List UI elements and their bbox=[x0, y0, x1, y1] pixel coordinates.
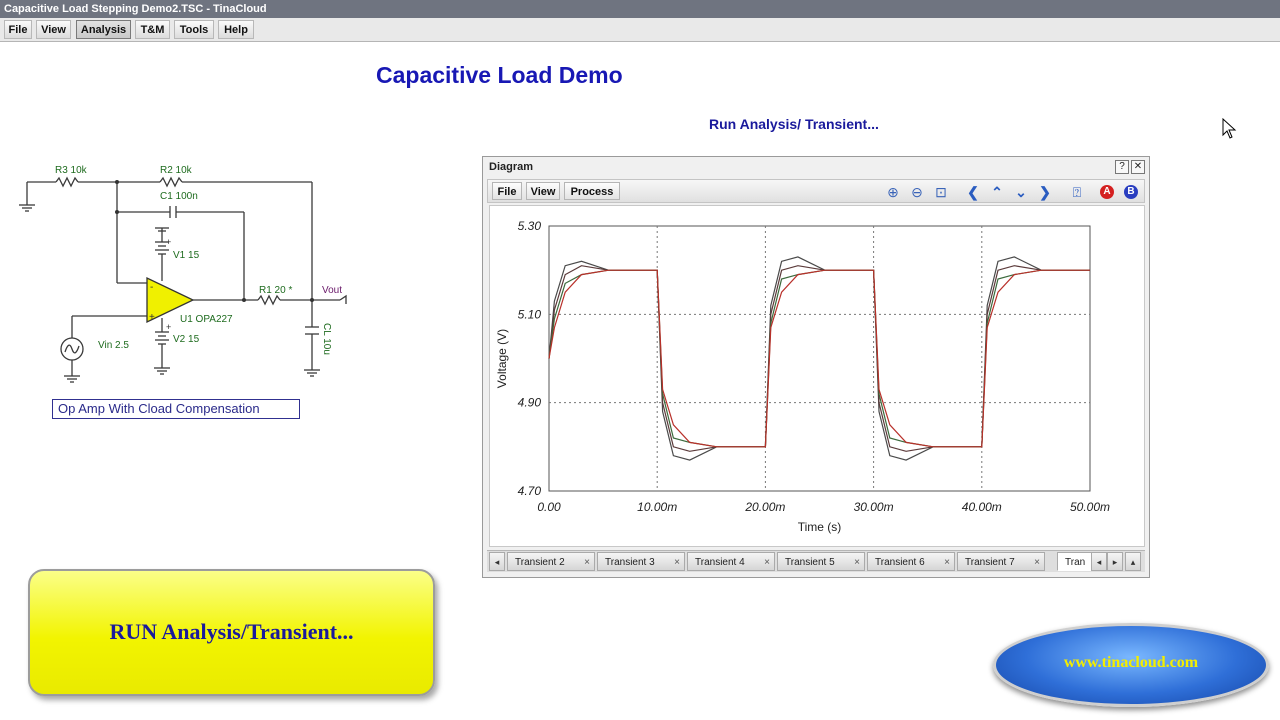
x-tick-label: 40.00m bbox=[962, 500, 1002, 514]
tab-transient-7[interactable]: Transient 7 × bbox=[957, 552, 1045, 571]
help-icon[interactable]: ⍰ bbox=[1068, 183, 1086, 201]
menu-help[interactable]: Help bbox=[218, 20, 254, 39]
r1-label: R1 20 * bbox=[259, 285, 292, 296]
x-tick-label: 0.00 bbox=[537, 500, 561, 514]
plot-frame bbox=[548, 225, 1091, 492]
help-icon[interactable]: ? bbox=[1115, 160, 1129, 174]
close-icon[interactable]: ✕ bbox=[1131, 160, 1145, 174]
diagram-menu-view[interactable]: View bbox=[526, 182, 560, 200]
menu-view[interactable]: View bbox=[36, 20, 71, 39]
zoom-fit-icon[interactable]: ⊡ bbox=[932, 183, 950, 201]
website-url: www.tinacloud.com bbox=[1063, 654, 1199, 671]
y-tick-label: 4.70 bbox=[518, 484, 542, 498]
window-title-bar: Capacitive Load Stepping Demo2.TSC - Tin… bbox=[0, 0, 1280, 18]
zoom-in-icon[interactable]: ⊕ bbox=[884, 183, 902, 201]
close-icon[interactable]: × bbox=[1034, 553, 1040, 572]
diagram-title: Diagram bbox=[489, 161, 534, 173]
y-tick-label: 4.90 bbox=[518, 396, 542, 410]
transient-chart[interactable]: 0.00 10.00m 20.00m 30.00m 40.00m 50.00m 4.70 4.… bbox=[490, 206, 1144, 546]
tab-transient-6[interactable]: Transient 6 × bbox=[867, 552, 955, 571]
y-tick-label: 5.10 bbox=[518, 307, 542, 321]
x-tick-label: 30.00m bbox=[854, 500, 894, 514]
menu-file[interactable]: File bbox=[4, 20, 32, 39]
cursor-b-icon[interactable]: B bbox=[1124, 185, 1138, 199]
close-icon[interactable]: × bbox=[674, 553, 680, 572]
cursor-a-icon[interactable]: A bbox=[1100, 185, 1114, 199]
x-axis-label: Time (s) bbox=[798, 520, 842, 534]
plot-area[interactable]: 0.00 10.00m 20.00m 30.00m 40.00m 50.00m 4.70 4.… bbox=[489, 205, 1145, 547]
x-tick-label: 20.00m bbox=[744, 500, 785, 514]
close-icon[interactable]: × bbox=[944, 553, 950, 572]
opamp-plus-label: + bbox=[149, 312, 155, 323]
diagram-window: Diagram ? ✕ File View Process ⊕ ⊖ ⊡ ❮ ⌃ … bbox=[482, 156, 1150, 578]
arrow-up-icon[interactable]: ⌃ bbox=[988, 183, 1006, 201]
arrow-down-icon[interactable]: ⌄ bbox=[1012, 183, 1030, 201]
v2-label: V2 15 bbox=[173, 334, 200, 345]
diagram-toolbar: File View Process ⊕ ⊖ ⊡ ❮ ⌃ ⌄ ❯ ⍰ A B bbox=[487, 179, 1145, 203]
run-analysis-label: RUN Analysis/Transient... bbox=[109, 619, 354, 644]
u1-label: U1 OPA227 bbox=[180, 314, 233, 325]
zoom-out-icon[interactable]: ⊖ bbox=[908, 183, 926, 201]
arrow-left-icon[interactable]: ❮ bbox=[964, 183, 982, 201]
analysis-tabs: ◂ Transient 2 × Transient 3 × Transient 4 ×… bbox=[487, 550, 1145, 572]
close-icon[interactable]: × bbox=[764, 553, 770, 572]
x-tick-label: 10.00m bbox=[637, 500, 677, 514]
tab-transient-3[interactable]: Transient 3 × bbox=[597, 552, 685, 571]
menu-tools[interactable]: Tools bbox=[174, 20, 214, 39]
opamp-minus-label: - bbox=[150, 282, 153, 293]
tab-next-icon[interactable]: ▸ bbox=[1107, 552, 1123, 571]
mouse-cursor-icon bbox=[1222, 118, 1237, 139]
run-analysis-banner[interactable]: RUN Analysis/Transient... bbox=[28, 569, 435, 696]
vin-label: Vin 2.5 bbox=[98, 340, 129, 351]
menu-bar: File View Analysis T&M Tools Help bbox=[0, 18, 1280, 42]
window-title: Capacitive Load Stepping Demo2.TSC - Tin… bbox=[4, 3, 267, 15]
y-tick-label: 5.30 bbox=[518, 219, 542, 233]
v1-label: V1 15 bbox=[173, 250, 200, 261]
v2-plus-label: + bbox=[166, 322, 171, 332]
circuit-schematic[interactable]: R3 10k R2 10k C1 100n V1 15 U1 OPA227 R1… bbox=[0, 150, 360, 390]
close-icon[interactable]: × bbox=[854, 553, 860, 572]
schematic-caption: Op Amp With Cload Compensation bbox=[52, 399, 300, 419]
x-tick-label: 50.00m bbox=[1070, 500, 1110, 514]
diagram-menu-process[interactable]: Process bbox=[564, 182, 620, 200]
tab-transient-2[interactable]: Transient 2 × bbox=[507, 552, 595, 571]
instruction-text: Run Analysis/ Transient... bbox=[709, 116, 879, 132]
arrow-right-icon[interactable]: ❯ bbox=[1036, 183, 1054, 201]
cl-label: CL 10u bbox=[321, 323, 332, 355]
page-title: Capacitive Load Demo bbox=[376, 62, 623, 88]
v1-plus-label: + bbox=[166, 237, 171, 247]
close-icon[interactable]: × bbox=[584, 553, 590, 572]
y-axis-label: Voltage (V) bbox=[495, 329, 509, 388]
diagram-menu-file[interactable]: File bbox=[492, 182, 522, 200]
c1-label: C1 100n bbox=[160, 191, 198, 202]
tab-prev-icon[interactable]: ◂ bbox=[1091, 552, 1107, 571]
tab-scroll-left-icon[interactable]: ◂ bbox=[489, 552, 505, 571]
menu-tm[interactable]: T&M bbox=[135, 20, 170, 39]
tab-menu-icon[interactable]: ▴ bbox=[1125, 552, 1141, 571]
menu-analysis[interactable]: Analysis bbox=[76, 20, 131, 39]
tab-transient-4[interactable]: Transient 4 × bbox=[687, 552, 775, 571]
website-badge[interactable]: www.tinacloud.com bbox=[993, 623, 1269, 707]
r2-label: R2 10k bbox=[160, 165, 193, 176]
r3-label: R3 10k bbox=[55, 165, 88, 176]
vout-label: Vout bbox=[322, 285, 342, 296]
tab-transient-5[interactable]: Transient 5 × bbox=[777, 552, 865, 571]
